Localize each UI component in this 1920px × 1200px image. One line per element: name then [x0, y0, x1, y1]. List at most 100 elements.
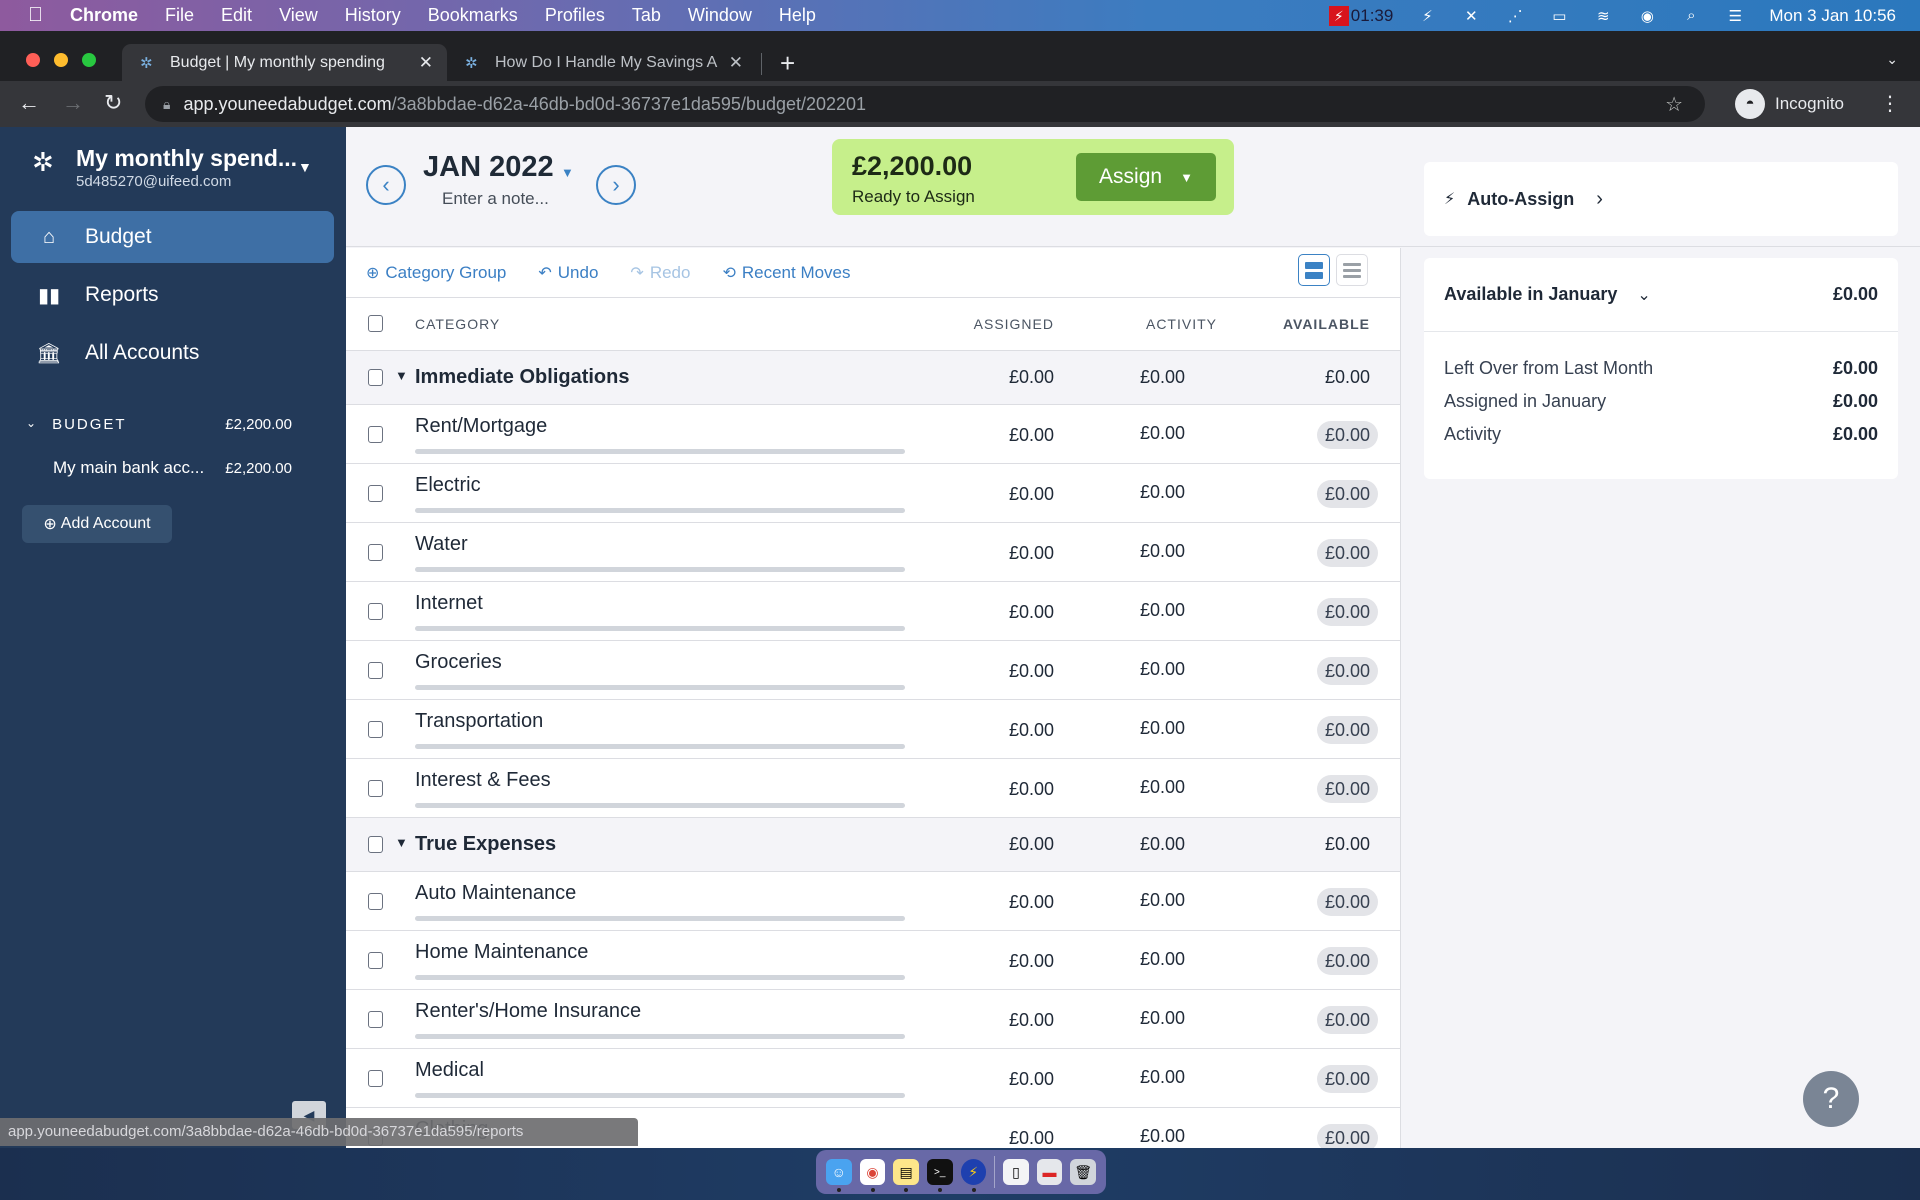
group-name[interactable]: True Expenses: [415, 833, 556, 856]
group-name[interactable]: Immediate Obligations: [415, 366, 629, 389]
terminal-icon[interactable]: >_: [926, 1159, 953, 1192]
category-checkbox[interactable]: [368, 485, 383, 502]
budget-switcher[interactable]: ✲ My monthly spend... 5d485270@uifeed.co…: [32, 145, 297, 190]
category-row[interactable]: Auto Maintenance £0.00 £0.00 £0.00: [346, 872, 1400, 931]
column-activity[interactable]: ACTIVITY: [1146, 316, 1217, 332]
category-name[interactable]: Electric: [415, 474, 481, 497]
menu-bookmarks[interactable]: Bookmarks: [428, 5, 518, 26]
category-assigned[interactable]: £0.00: [1009, 1010, 1054, 1031]
select-all-checkbox[interactable]: [368, 315, 383, 332]
category-name[interactable]: Auto Maintenance: [415, 882, 576, 905]
close-tab-icon[interactable]: ✕: [729, 53, 743, 73]
assign-button[interactable]: Assign ▼: [1076, 153, 1216, 201]
close-tab-icon[interactable]: ✕: [419, 53, 433, 73]
minimize-window-button[interactable]: [54, 53, 68, 67]
menu-file[interactable]: File: [165, 5, 194, 26]
previous-month-button[interactable]: ‹: [366, 165, 406, 205]
category-activity[interactable]: £0.00: [1140, 718, 1185, 739]
category-available-pill[interactable]: £0.00: [1316, 480, 1378, 508]
category-row[interactable]: Transportation £0.00 £0.00 £0.00: [346, 700, 1400, 759]
category-checkbox[interactable]: [368, 426, 383, 443]
close-window-button[interactable]: [26, 53, 40, 67]
category-row[interactable]: Groceries £0.00 £0.00 £0.00: [346, 641, 1400, 700]
undo-button[interactable]: ↶ Undo: [538, 263, 598, 283]
category-checkbox[interactable]: [368, 893, 383, 910]
category-checkbox[interactable]: [368, 780, 383, 797]
lightning-app-icon[interactable]: ⚡: [960, 1159, 987, 1192]
control-center-icon[interactable]: ☰: [1725, 6, 1745, 26]
category-available-pill[interactable]: £0.00: [1316, 775, 1378, 803]
category-row[interactable]: Internet £0.00 £0.00 £0.00: [346, 582, 1400, 641]
column-category[interactable]: CATEGORY: [415, 316, 500, 332]
back-button[interactable]: ←: [18, 90, 40, 116]
sidebar-item-reports[interactable]: ▮▮ Reports: [11, 269, 334, 321]
chrome-icon[interactable]: ◉: [859, 1159, 886, 1192]
category-name[interactable]: Groceries: [415, 651, 502, 674]
category-activity[interactable]: £0.00: [1140, 541, 1185, 562]
spotlight-search-icon[interactable]: ⌕: [1681, 6, 1701, 26]
category-activity[interactable]: £0.00: [1140, 949, 1185, 970]
category-checkbox[interactable]: [368, 662, 383, 679]
sidebar-item-budget[interactable]: ⌂ Budget: [11, 211, 334, 263]
category-assigned[interactable]: £0.00: [1009, 543, 1054, 564]
battery-icon[interactable]: ▭: [1549, 6, 1569, 26]
incognito-profile-button[interactable]: ◓ Incognito: [1735, 86, 1844, 122]
category-name[interactable]: Home Maintenance: [415, 941, 588, 964]
category-available-pill[interactable]: £0.00: [1316, 657, 1378, 685]
category-available-pill[interactable]: £0.00: [1316, 947, 1378, 975]
account-item[interactable]: My main bank acc... £2,200.00: [53, 458, 292, 478]
category-activity[interactable]: £0.00: [1140, 1067, 1185, 1088]
category-available-pill[interactable]: £0.00: [1316, 1065, 1378, 1093]
category-row[interactable]: Renter's/Home Insurance £0.00 £0.00 £0.00: [346, 990, 1400, 1049]
category-assigned[interactable]: £0.00: [1009, 602, 1054, 623]
category-available-pill[interactable]: £0.00: [1316, 888, 1378, 916]
category-name[interactable]: Transportation: [415, 710, 543, 733]
redo-button[interactable]: ↷ Redo: [630, 263, 690, 283]
category-name[interactable]: Medical: [415, 1059, 484, 1082]
category-activity[interactable]: £0.00: [1140, 423, 1185, 444]
recent-moves-button[interactable]: ⟲ Recent Moves: [722, 263, 850, 283]
category-assigned[interactable]: £0.00: [1009, 951, 1054, 972]
category-name[interactable]: Interest & Fees: [415, 769, 551, 792]
category-activity[interactable]: £0.00: [1140, 1008, 1185, 1029]
category-name[interactable]: Water: [415, 533, 468, 556]
screen-recording-indicator[interactable]: ⚡ 01:39: [1328, 5, 1393, 26]
document-icon[interactable]: ▯: [1003, 1159, 1029, 1185]
category-row[interactable]: Home Maintenance £0.00 £0.00 £0.00: [346, 931, 1400, 990]
category-assigned[interactable]: £0.00: [1009, 484, 1054, 505]
trash-icon[interactable]: 🗑︎: [1070, 1159, 1096, 1185]
category-assigned[interactable]: £0.00: [1009, 425, 1054, 446]
next-month-button[interactable]: ›: [596, 165, 636, 205]
group-checkbox[interactable]: [368, 836, 383, 853]
category-group-row[interactable]: ▼ Immediate Obligations £0.00 £0.00 £0.00: [346, 351, 1400, 405]
bookmark-star-icon[interactable]: ☆: [1665, 92, 1683, 117]
menu-tab[interactable]: Tab: [632, 5, 661, 26]
new-tab-button[interactable]: +: [780, 48, 795, 79]
category-activity[interactable]: £0.00: [1140, 890, 1185, 911]
sidebar-item-all-accounts[interactable]: 🏛︎ All Accounts: [11, 327, 334, 379]
menu-history[interactable]: History: [345, 5, 401, 26]
address-bar[interactable]: 🔒︎ app.youneedabudget.com/3a8bbdae-d62a-…: [145, 86, 1705, 122]
expanded-view-button[interactable]: [1298, 254, 1330, 286]
category-name[interactable]: Renter's/Home Insurance: [415, 1000, 641, 1023]
category-available-pill[interactable]: £0.00: [1316, 1124, 1378, 1148]
chrome-menu-icon[interactable]: ⋮: [1880, 91, 1900, 116]
category-available-pill[interactable]: £0.00: [1316, 598, 1378, 626]
maximize-window-button[interactable]: [82, 53, 96, 67]
notes-icon[interactable]: ▤: [893, 1159, 919, 1192]
category-row[interactable]: Medical £0.00 £0.00 £0.00: [346, 1049, 1400, 1108]
forward-button[interactable]: →: [62, 90, 84, 116]
category-checkbox[interactable]: [368, 1011, 383, 1028]
month-picker-caret-icon[interactable]: ▼: [561, 165, 574, 180]
category-assigned[interactable]: £0.00: [1009, 661, 1054, 682]
category-available-pill[interactable]: £0.00: [1316, 421, 1378, 449]
category-checkbox[interactable]: [368, 1070, 383, 1087]
month-note-input[interactable]: Enter a note...: [442, 189, 549, 209]
column-available[interactable]: AVAILABLE: [1283, 316, 1370, 332]
clock[interactable]: Mon 3 Jan 10:56: [1769, 6, 1896, 26]
category-assigned[interactable]: £0.00: [1009, 1128, 1054, 1148]
category-activity[interactable]: £0.00: [1140, 659, 1185, 680]
category-row[interactable]: Water £0.00 £0.00 £0.00: [346, 523, 1400, 582]
category-available-pill[interactable]: £0.00: [1316, 1006, 1378, 1034]
category-checkbox[interactable]: [368, 603, 383, 620]
